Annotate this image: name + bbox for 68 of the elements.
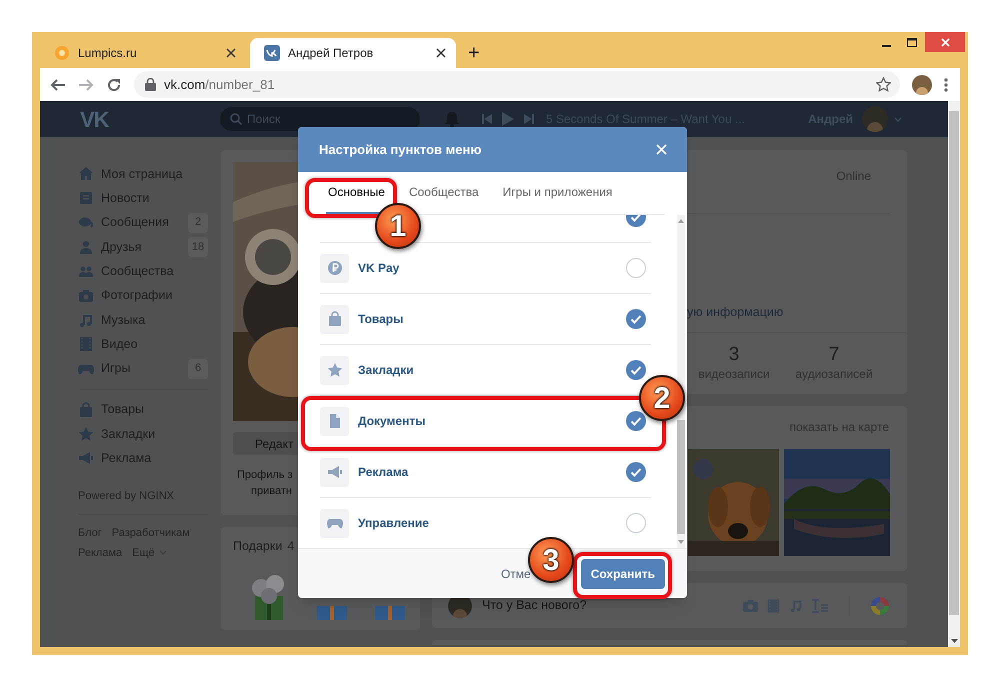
logo[interactable]: VK xyxy=(80,102,220,136)
sun-icon xyxy=(54,45,70,61)
item-label: Закладки xyxy=(358,362,415,379)
checkbox-checked[interactable] xyxy=(626,462,646,482)
scroll-down-icon xyxy=(678,540,684,544)
vk-logo-icon xyxy=(264,45,280,61)
checkbox-unchecked[interactable] xyxy=(626,513,646,533)
maximize-icon xyxy=(907,38,917,46)
new-tab-button[interactable]: + xyxy=(460,38,488,68)
caret-icon xyxy=(894,116,902,122)
item-label: Документы xyxy=(358,413,426,430)
url-text: vk.com/number_81 xyxy=(164,76,276,94)
previous-track-icon[interactable] xyxy=(482,114,492,124)
next-track-icon[interactable] xyxy=(524,114,534,124)
scroll-down-icon xyxy=(950,639,958,643)
color-wheel-icon xyxy=(871,596,889,614)
scrollbar[interactable] xyxy=(677,215,685,548)
cancel-link[interactable]: Отме xyxy=(500,564,531,582)
person-icon xyxy=(78,239,94,256)
minimize-icon xyxy=(882,45,890,47)
close-icon[interactable] xyxy=(226,48,236,58)
home-icon xyxy=(78,166,94,182)
camera-icon xyxy=(78,288,94,304)
more-info-link[interactable]: ую информацию xyxy=(687,305,784,319)
more-menu-icon[interactable] xyxy=(944,78,948,92)
lock-icon xyxy=(145,78,156,91)
bag-icon xyxy=(78,402,94,418)
checkbox-unchecked[interactable] xyxy=(626,258,646,278)
address-bar[interactable]: vk.com/number_81 xyxy=(134,71,900,98)
star-outline-icon[interactable] xyxy=(876,77,891,92)
privacy-note: Профиль з приватн xyxy=(236,468,293,499)
star-icon xyxy=(78,426,94,442)
checkbox-checked[interactable] xyxy=(626,411,646,431)
bag-icon xyxy=(326,311,342,327)
megaphone-icon xyxy=(78,450,94,466)
forward-arrow-icon[interactable] xyxy=(78,76,94,92)
ruble-coin-icon xyxy=(326,260,342,276)
dialog-title: Настройка пунктов меню xyxy=(319,140,482,159)
profile-avatar[interactable] xyxy=(912,74,932,94)
bell-icon[interactable] xyxy=(444,110,460,128)
browser-tab[interactable]: Андрей Петров xyxy=(250,38,456,68)
back-arrow-icon[interactable] xyxy=(50,76,66,92)
reload-icon[interactable] xyxy=(106,76,122,92)
save-button[interactable]: Сохранить xyxy=(580,558,665,588)
dialog-tab[interactable]: Игры и приложения xyxy=(500,172,614,214)
megaphone-icon xyxy=(326,464,342,480)
close-icon[interactable] xyxy=(436,48,446,58)
tab-title: Lumpics.ru xyxy=(78,45,138,62)
post-field[interactable]: Что у Вас нового? xyxy=(482,596,743,615)
film-icon xyxy=(78,336,94,352)
gift-icon xyxy=(317,606,347,620)
item-label: Реклама xyxy=(358,464,410,481)
newspaper-icon xyxy=(78,190,94,206)
tab-title: Андрей Петров xyxy=(288,45,374,62)
close-icon xyxy=(940,38,950,46)
checkbox-checked[interactable] xyxy=(626,360,646,380)
star-icon xyxy=(326,362,342,378)
close-window-button[interactable] xyxy=(925,32,965,52)
checkbox-checked[interactable] xyxy=(626,309,646,329)
item-label: Управление xyxy=(358,515,430,532)
gift-icon xyxy=(375,606,405,620)
item-label: VK Pay xyxy=(358,260,400,277)
search-icon xyxy=(230,113,242,125)
section-title[interactable]: Подарки xyxy=(233,537,282,556)
scroll-up-icon xyxy=(678,219,684,223)
scrollbar[interactable] xyxy=(948,101,960,647)
step-number: 1 xyxy=(375,203,421,249)
item-label: Товары xyxy=(358,311,404,328)
